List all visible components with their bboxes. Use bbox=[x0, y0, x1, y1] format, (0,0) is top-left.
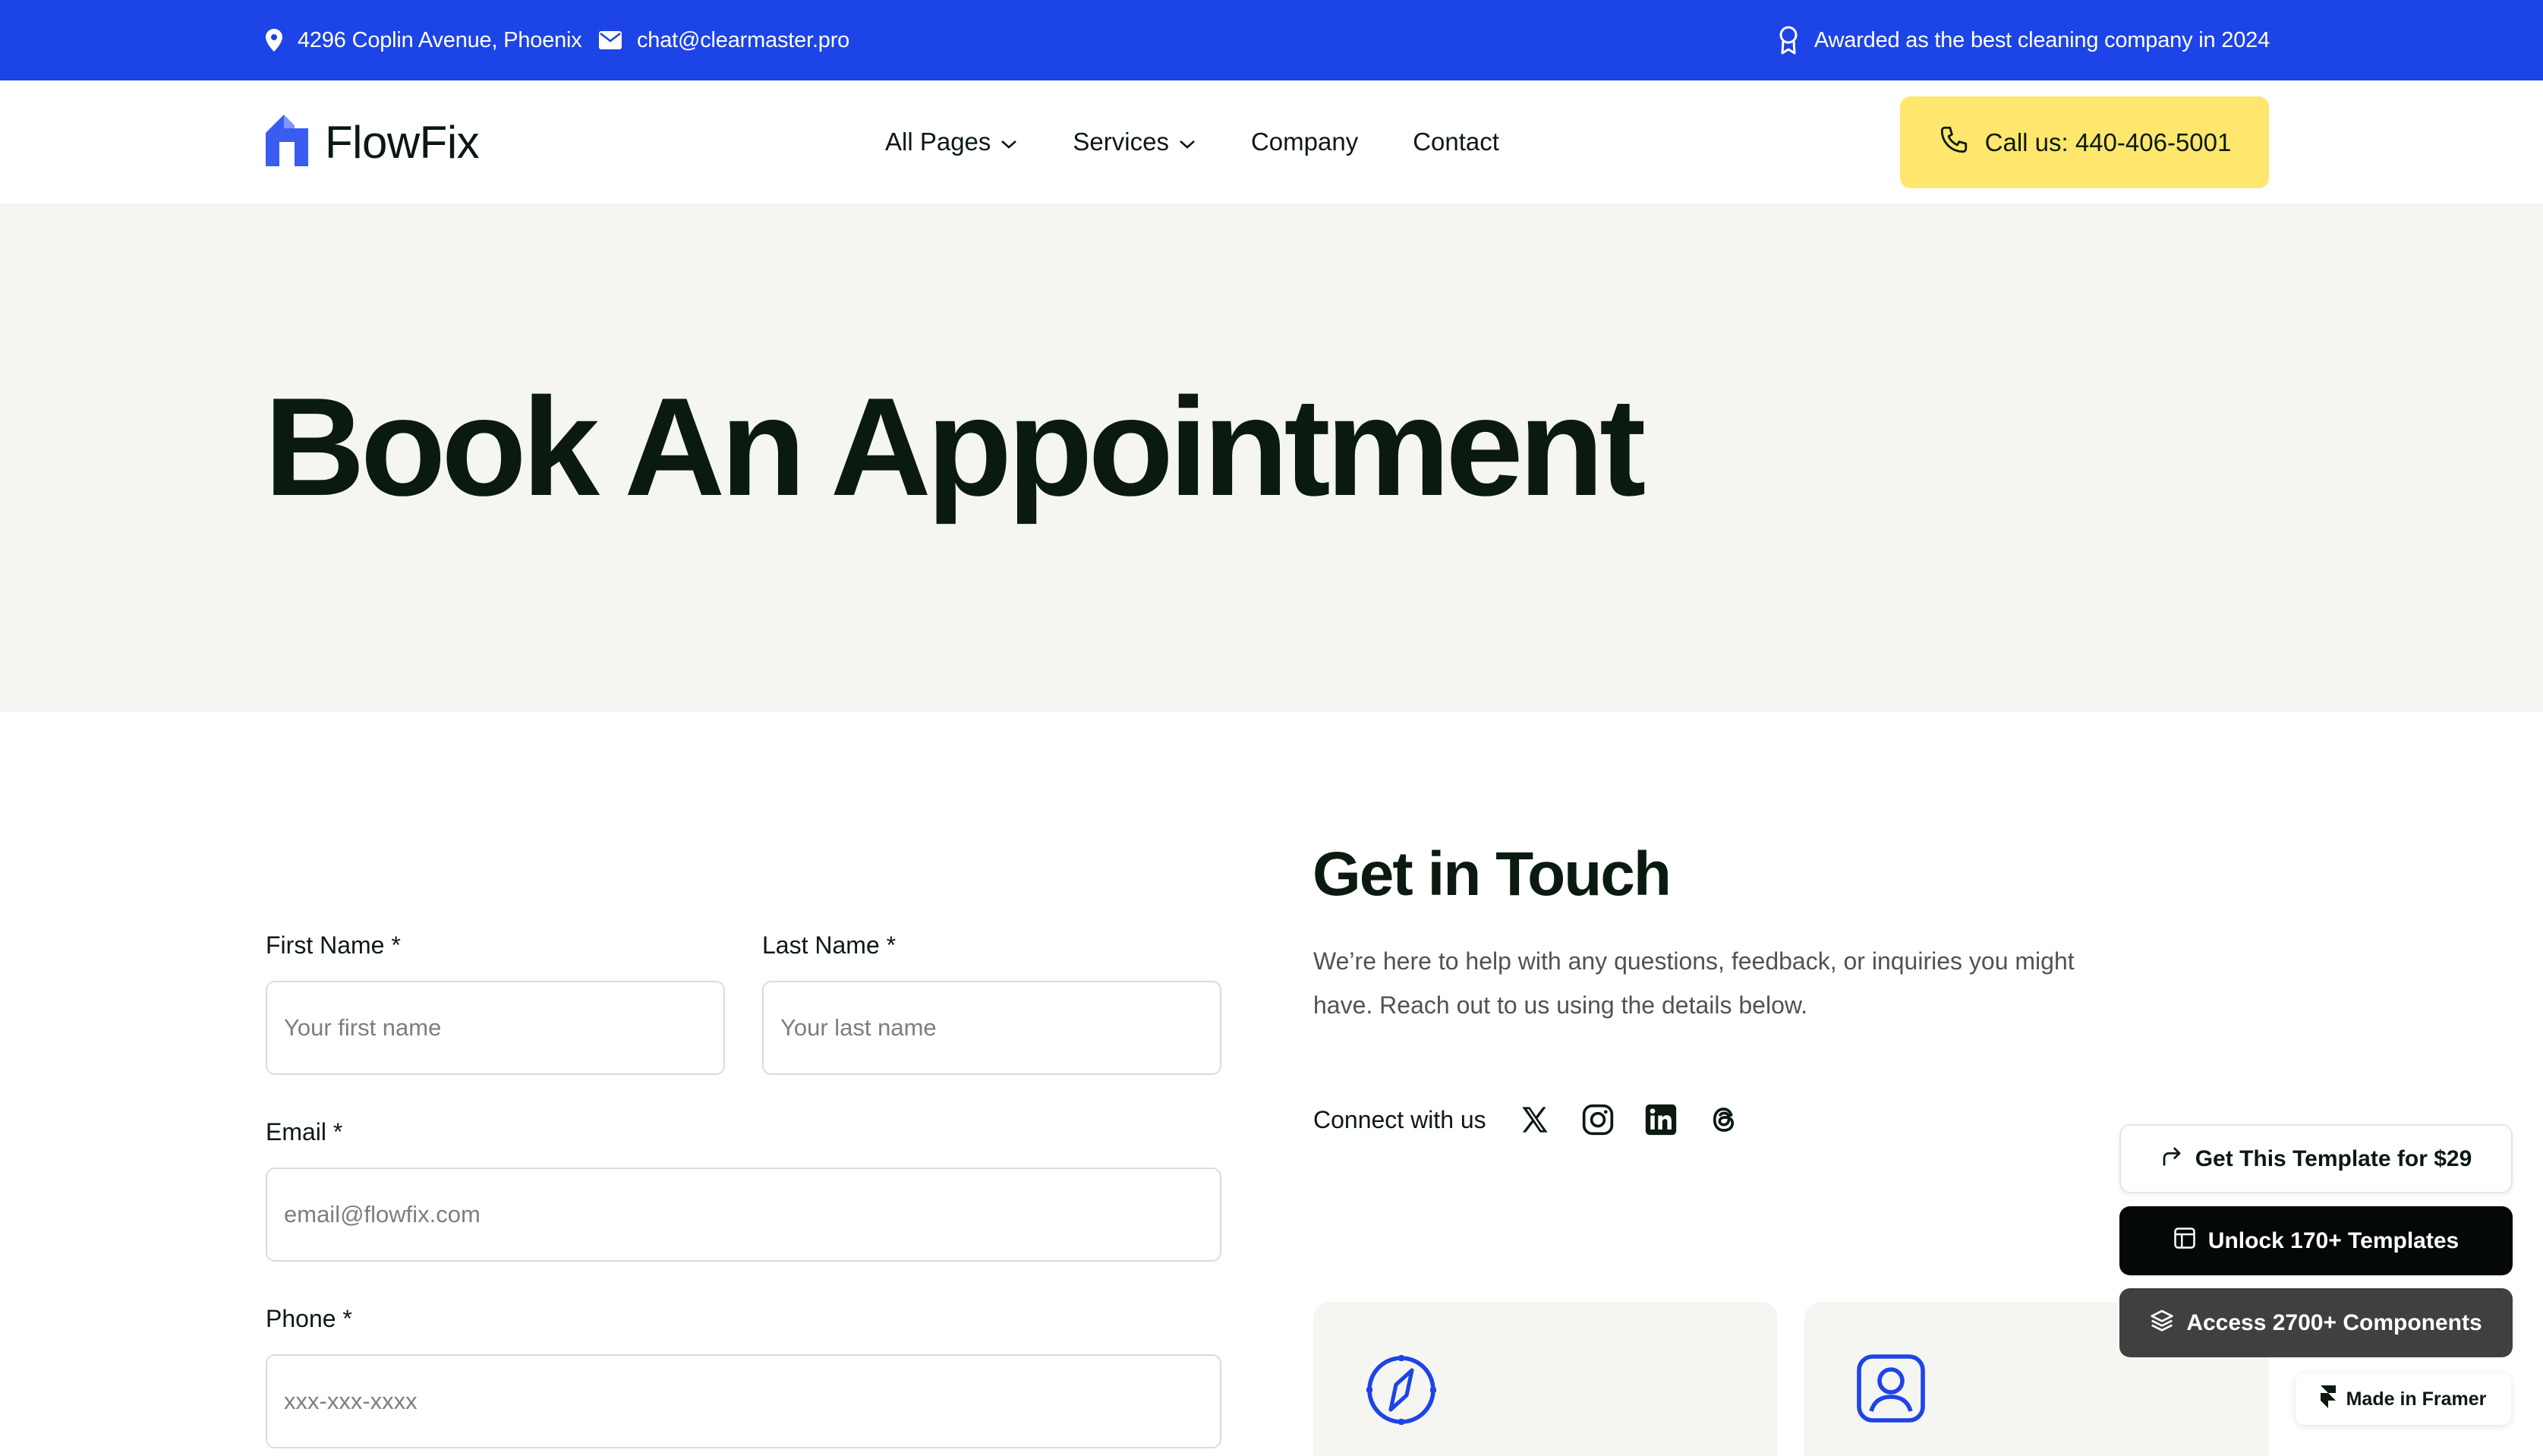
page-title: Book An Appointment bbox=[264, 368, 1646, 525]
unlock-templates-label: Unlock 170+ Templates bbox=[2207, 1228, 2459, 1253]
map-pin-icon bbox=[266, 29, 298, 52]
phone-label: Phone * bbox=[266, 1305, 352, 1332]
nav-item-label: Company bbox=[1250, 128, 1359, 156]
address-item: 4296 Coplin Avenue, Phoenix bbox=[266, 0, 582, 80]
x-icon[interactable] bbox=[1517, 1101, 1553, 1138]
nav-item-all-pages[interactable]: All Pages bbox=[885, 128, 1018, 156]
layout-icon bbox=[2173, 1227, 2208, 1256]
nav-item-contact[interactable]: Contact bbox=[1413, 128, 1499, 156]
framer-logo-icon bbox=[2320, 1385, 2346, 1413]
nav-menu: All Pages Services Company Contact bbox=[885, 80, 1554, 203]
instagram-icon[interactable] bbox=[1580, 1101, 1616, 1138]
top-info-bar: 4296 Coplin Avenue, Phoenix chat@clearma… bbox=[0, 0, 2543, 80]
email-label: Email * bbox=[266, 1118, 343, 1146]
nav-item-company[interactable]: Company bbox=[1251, 128, 1358, 156]
mail-icon bbox=[599, 31, 637, 49]
email-item[interactable]: chat@clearmaster.pro bbox=[599, 0, 849, 80]
call-us-button[interactable]: Call us: 440-406-5001 bbox=[1900, 96, 2269, 188]
logo[interactable]: FlowFix bbox=[266, 114, 480, 170]
layers-icon bbox=[2150, 1309, 2186, 1338]
get-template-button[interactable]: Get This Template for $29 bbox=[2119, 1124, 2513, 1193]
connect-label: Connect with us bbox=[1313, 1105, 1486, 1133]
user-square-icon bbox=[1856, 1354, 1926, 1427]
nav-item-label: Contact bbox=[1413, 128, 1499, 156]
share-arrow-icon bbox=[2160, 1146, 2195, 1173]
award-icon bbox=[1778, 26, 1814, 55]
contact-description: We’re here to help with any questions, f… bbox=[1313, 947, 2075, 1019]
main-nav: FlowFix All Pages Services Company Conta… bbox=[0, 80, 2543, 203]
first-name-label: First Name * bbox=[266, 931, 401, 959]
phone-field[interactable] bbox=[266, 1354, 1221, 1448]
logo-icon bbox=[266, 114, 308, 170]
nav-item-label: All Pages bbox=[885, 128, 991, 156]
award-text: Awarded as the best cleaning company in … bbox=[1814, 27, 2270, 52]
phone-icon bbox=[1938, 124, 1985, 162]
made-in-framer-label: Made in Framer bbox=[2346, 1388, 2487, 1410]
chevron-down-icon bbox=[1169, 128, 1196, 156]
award-item: Awarded as the best cleaning company in … bbox=[1778, 0, 2270, 80]
chevron-down-icon bbox=[991, 128, 1018, 156]
access-components-label: Access 2700+ Components bbox=[2186, 1309, 2482, 1335]
email-link[interactable]: chat@clearmaster.pro bbox=[637, 28, 849, 53]
logo-text: FlowFix bbox=[325, 116, 480, 168]
access-components-button[interactable]: Access 2700+ Components bbox=[2119, 1288, 2513, 1357]
last-name-field[interactable] bbox=[762, 981, 1221, 1075]
unlock-templates-button[interactable]: Unlock 170+ Templates bbox=[2119, 1206, 2513, 1275]
contact-title: Get in Touch bbox=[1312, 840, 1672, 909]
info-card bbox=[1313, 1302, 1778, 1456]
hero-section: Book An Appointment bbox=[0, 203, 2543, 712]
email-field[interactable] bbox=[266, 1168, 1221, 1262]
made-in-framer-badge[interactable]: Made in Framer bbox=[2296, 1373, 2511, 1425]
first-name-field[interactable] bbox=[266, 981, 725, 1075]
last-name-label: Last Name * bbox=[762, 931, 897, 959]
call-us-label: Call us: 440-406-5001 bbox=[1984, 128, 2232, 156]
nav-item-label: Services bbox=[1073, 128, 1169, 156]
compass-icon bbox=[1363, 1352, 1439, 1432]
linkedin-icon[interactable] bbox=[1643, 1101, 1679, 1138]
address-text: 4296 Coplin Avenue, Phoenix bbox=[298, 27, 582, 52]
nav-item-services[interactable]: Services bbox=[1073, 128, 1196, 156]
get-template-label: Get This Template for $29 bbox=[2195, 1146, 2472, 1171]
threads-icon[interactable] bbox=[1706, 1101, 1742, 1138]
